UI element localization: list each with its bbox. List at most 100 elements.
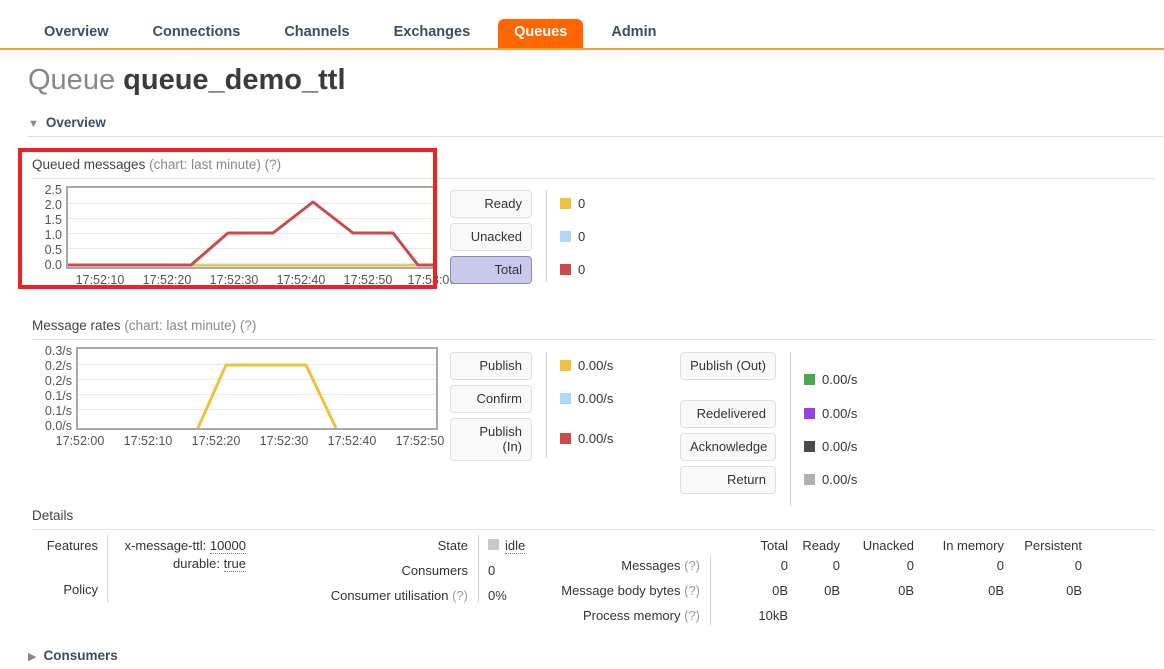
y-tick: 0.5 bbox=[44, 242, 62, 257]
section-label-overview: Overview bbox=[45, 115, 106, 130]
legend-button-publish-out[interactable]: Publish (Out) bbox=[680, 352, 776, 380]
x-tick: 17:52:20 bbox=[142, 273, 192, 287]
message-rates-subtitle: (chart: last minute) bbox=[124, 318, 237, 333]
y-tick: 0.2/s bbox=[44, 373, 72, 388]
state-indicator-icon bbox=[488, 539, 499, 550]
color-swatch-ready-icon bbox=[560, 198, 571, 209]
message-rates-help-icon[interactable]: (?) bbox=[240, 318, 257, 333]
y-tick: 0.1/s bbox=[44, 403, 72, 418]
legend-value-unacked-text: 0 bbox=[578, 229, 586, 244]
y-tick: 1.5 bbox=[44, 212, 62, 227]
color-swatch-redelivered-icon bbox=[804, 408, 815, 419]
legend-value-publish: 0.00/s bbox=[560, 358, 613, 373]
stats-label-body-bytes-text: Message body bytes bbox=[561, 583, 681, 598]
y-tick: 2.0 bbox=[44, 197, 62, 212]
legend-value-redelivered: 0.00/s bbox=[804, 406, 857, 421]
nav-tab-overview[interactable]: Overview bbox=[28, 19, 125, 48]
message-rates-divider bbox=[32, 339, 1156, 340]
messages-help-icon[interactable]: (?) bbox=[684, 558, 700, 573]
x-tick: 17:52:00 bbox=[55, 434, 105, 448]
legend-button-return[interactable]: Return bbox=[680, 466, 776, 494]
state-value-text[interactable]: idle bbox=[505, 538, 526, 554]
queued-messages-y-axis: 2.5 2.0 1.5 1.0 0.5 0.0 bbox=[32, 182, 62, 271]
queued-messages-title-text: Queued messages bbox=[32, 157, 146, 172]
color-swatch-confirm-icon bbox=[560, 393, 571, 404]
details-vrule-state bbox=[478, 535, 479, 603]
section-header-overview[interactable]: ▼ Overview bbox=[28, 115, 1164, 137]
color-swatch-return-icon bbox=[804, 474, 815, 485]
x-tick: 17:52:30 bbox=[209, 273, 259, 287]
nav-tab-admin[interactable]: Admin bbox=[595, 19, 672, 48]
details-value-state: idle bbox=[488, 538, 526, 554]
message-body-bytes-help-icon[interactable]: (?) bbox=[684, 583, 700, 598]
stats-row-label-messages: Messages (?) bbox=[520, 558, 700, 573]
process-memory-help-icon[interactable]: (?) bbox=[684, 608, 700, 623]
stats-row-label-message-body-bytes: Message body bytes (?) bbox=[520, 583, 700, 598]
stats-cell: 0 bbox=[1074, 558, 1082, 573]
legend-value-redelivered-text: 0.00/s bbox=[822, 406, 858, 421]
legend-button-unacked[interactable]: Unacked bbox=[450, 223, 532, 251]
x-tick: 17:52:50 bbox=[343, 273, 393, 287]
feature-key-ttl: x-message-ttl: bbox=[124, 538, 207, 553]
queued-messages-plot-area bbox=[66, 186, 437, 269]
legend-value-ready: 0 bbox=[560, 196, 585, 211]
x-tick: 17:52:30 bbox=[259, 434, 309, 448]
legend-value-confirm-text: 0.00/s bbox=[578, 391, 614, 406]
color-swatch-total-icon bbox=[560, 264, 571, 275]
legend-value-total-text: 0 bbox=[578, 262, 586, 277]
legend-separator bbox=[546, 352, 547, 458]
legend-button-redelivered[interactable]: Redelivered bbox=[680, 400, 776, 428]
x-tick: 17:52:10 bbox=[75, 273, 125, 287]
legend-value-publish-in-text: 0.00/s bbox=[578, 431, 614, 446]
legend-button-total[interactable]: Total bbox=[450, 256, 532, 284]
legend-value-ready-text: 0 bbox=[578, 196, 586, 211]
legend-button-publish[interactable]: Publish bbox=[450, 352, 532, 380]
y-tick: 0.0/s bbox=[44, 418, 72, 433]
nav-tab-connections[interactable]: Connections bbox=[137, 19, 257, 48]
legend-button-ready[interactable]: Ready bbox=[450, 190, 532, 218]
queue-name: queue_demo_ttl bbox=[123, 64, 346, 96]
legend-separator bbox=[546, 190, 547, 282]
nav-tab-queues[interactable]: Queues bbox=[498, 19, 584, 48]
page-title: Queue queue_demo_ttl bbox=[28, 62, 346, 98]
message-rates-title-text: Message rates bbox=[32, 318, 121, 333]
nav-tab-exchanges[interactable]: Exchanges bbox=[378, 19, 487, 48]
section-header-consumers[interactable]: ▶ Consumers bbox=[28, 648, 1164, 669]
details-label-consumer-utilisation: Consumer utilisation (?) bbox=[280, 588, 468, 603]
details-value-features: x-message-ttl: 10000 durable: true bbox=[118, 538, 246, 572]
details-label-consumers: Consumers bbox=[401, 563, 468, 578]
section-label-consumers: Consumers bbox=[43, 648, 118, 663]
color-swatch-unacked-icon bbox=[560, 231, 571, 242]
feature-value-durable[interactable]: true bbox=[223, 556, 246, 572]
chevron-down-icon: ▼ bbox=[28, 118, 39, 130]
legend-value-acknowledge: 0.00/s bbox=[804, 439, 857, 454]
queued-messages-title: Queued messages (chart: last minute) (?) bbox=[32, 157, 281, 172]
legend-button-acknowledge[interactable]: Acknowledge bbox=[680, 433, 776, 461]
legend-value-return-text: 0.00/s bbox=[822, 472, 858, 487]
consumer-utilisation-help-icon[interactable]: (?) bbox=[452, 588, 468, 603]
legend-value-confirm: 0.00/s bbox=[560, 391, 613, 406]
details-title-text: Details bbox=[32, 508, 74, 523]
feature-value-ttl[interactable]: 10000 bbox=[209, 538, 246, 554]
nav-tab-channels[interactable]: Channels bbox=[268, 19, 365, 48]
message-rates-title: Message rates (chart: last minute) (?) bbox=[32, 318, 256, 333]
legend-value-unacked: 0 bbox=[560, 229, 585, 244]
consumer-utilisation-text: Consumer utilisation bbox=[330, 588, 449, 603]
nav-tab-list: Overview Connections Channels Exchanges … bbox=[28, 18, 684, 48]
legend-button-publish-in[interactable]: Publish (In) bbox=[450, 418, 532, 461]
details-label-policy: Policy bbox=[63, 582, 98, 597]
queued-messages-svg bbox=[68, 200, 435, 267]
x-tick: 17:52:40 bbox=[276, 273, 326, 287]
legend-value-publish-out: 0.00/s bbox=[804, 372, 857, 387]
message-rates-svg bbox=[78, 363, 436, 429]
x-tick: 17:52:20 bbox=[191, 434, 241, 448]
details-label-features: Features bbox=[46, 538, 98, 553]
details-value-consumer-utilisation: 0% bbox=[488, 588, 507, 603]
main-navigation: Overview Connections Channels Exchanges … bbox=[0, 0, 1164, 50]
details-vrule-features bbox=[107, 535, 108, 603]
y-tick: 2.5 bbox=[44, 182, 62, 197]
stats-label-process-memory-text: Process memory bbox=[582, 608, 681, 623]
queued-messages-help-icon[interactable]: (?) bbox=[265, 157, 282, 172]
legend-value-publish-text: 0.00/s bbox=[578, 358, 614, 373]
legend-button-confirm[interactable]: Confirm bbox=[450, 385, 532, 413]
